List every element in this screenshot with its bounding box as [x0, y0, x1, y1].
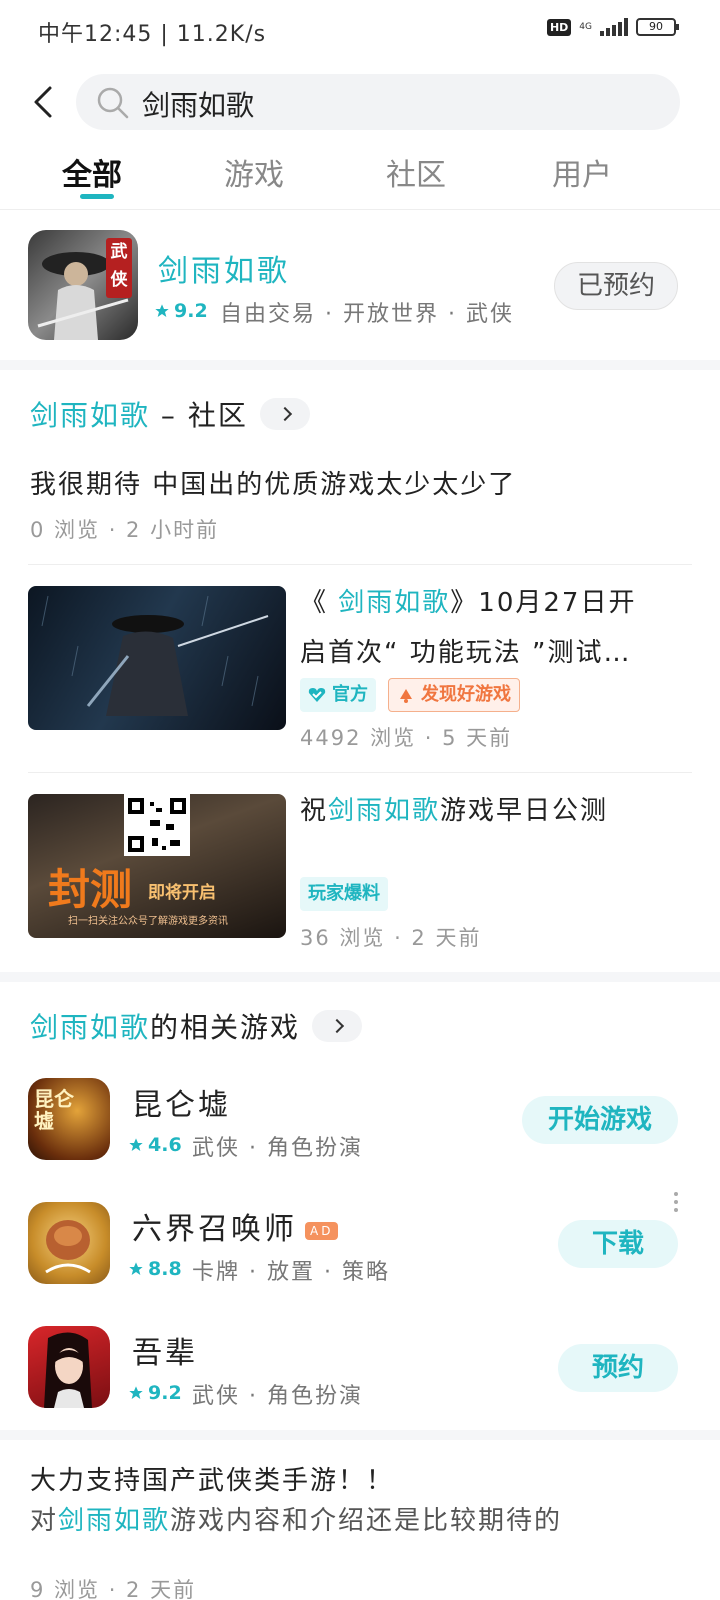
status-icons: HD 4G 90 — [546, 18, 679, 36]
tab-all[interactable]: 全部 — [62, 150, 122, 194]
section-divider — [0, 972, 720, 982]
heart-check-icon — [308, 688, 326, 702]
download-button[interactable]: 下载 — [558, 1220, 678, 1268]
tab-games[interactable]: 游戏 — [224, 150, 284, 194]
game-icon-liujie[interactable] — [28, 1202, 110, 1284]
related-game-name-3[interactable]: 吾辈 — [132, 1328, 198, 1372]
related-game-name-2[interactable]: 六界召唤师 AD — [132, 1204, 339, 1248]
character-portrait-icon — [44, 1332, 92, 1408]
tab-indicator — [80, 194, 114, 199]
signal-icon — [600, 18, 628, 36]
post-title-2-line1[interactable]: 《 剑雨如歌》10月27日开 — [300, 578, 636, 628]
related-section-title[interactable]: 剑雨如歌 的相关游戏 — [30, 1006, 363, 1046]
post-title-2-open: 《 — [300, 588, 339, 618]
community-title-suffix: – 社区 — [150, 399, 248, 432]
player-news-badge: 玩家爆料 — [300, 877, 388, 911]
icon-text: 昆仑墟 — [34, 1087, 74, 1133]
search-query: 剑雨如歌 — [142, 89, 255, 122]
main-game-tags: 自由交易 · 开放世界 · 武侠 — [220, 302, 514, 327]
status-time: 中午12:45 | 11.2K/s — [38, 22, 267, 47]
search-input[interactable]: 剑雨如歌 — [76, 74, 680, 130]
ad-badge: AD — [305, 1221, 339, 1240]
thumb-footer-text: 扫一扫关注公众号了解游戏更多资讯 — [68, 916, 228, 927]
post-title-3-highlight: 剑雨如歌 — [328, 796, 441, 826]
game-icon-wubei[interactable] — [28, 1326, 110, 1408]
battery-icon: 90 — [636, 18, 679, 36]
bell-icon — [400, 689, 412, 703]
search-icon — [97, 87, 129, 119]
related-game-tags-2: 卡牌 · 放置 · 策略 — [192, 1260, 390, 1285]
battery-level: 90 — [649, 20, 663, 33]
qr-code-icon — [124, 794, 190, 856]
related-game-rating-2: 8.8 — [128, 1258, 182, 1280]
main-game-rating: 9.2 — [154, 300, 208, 322]
post-title-3-rest: 游戏早日公测 — [440, 796, 609, 826]
game-icon-main[interactable]: 武侠 — [28, 230, 138, 340]
back-arrow-icon — [34, 86, 52, 118]
status-bar: 中午12:45 | 11.2K/s HD 4G 90 — [0, 0, 720, 60]
tab-users[interactable]: 用户 — [552, 150, 612, 194]
related-game-tags-1: 武侠 · 角色扮演 — [192, 1136, 363, 1161]
reserve-button[interactable]: 预约 — [558, 1344, 678, 1392]
related-game-rating-3: 9.2 — [128, 1382, 182, 1404]
rating-value: 4.6 — [148, 1134, 182, 1156]
official-badge: 官方 — [300, 678, 376, 712]
bottom-post-excerpt[interactable]: 对剑雨如歌游戏内容和介绍还是比较期待的 — [30, 1496, 562, 1546]
rating-value: 9.2 — [148, 1382, 182, 1404]
post-title-3-pre: 祝 — [300, 796, 329, 826]
back-button[interactable] — [26, 80, 66, 124]
rating-value: 9.2 — [174, 300, 208, 322]
post-meta-2: 4492 浏览 · 5 天前 — [300, 726, 513, 750]
related-game-rating-1: 4.6 — [128, 1134, 182, 1156]
hd-icon: HD — [546, 18, 572, 36]
post-meta-1: 0 浏览 · 2 小时前 — [30, 518, 220, 542]
icon-label: 武侠 — [106, 238, 132, 298]
related-title-suffix: 的相关游戏 — [150, 1011, 301, 1044]
chevron-right-icon[interactable] — [312, 1010, 363, 1042]
related-game-tags-3: 武侠 · 角色扮演 — [192, 1384, 363, 1409]
tab-community[interactable]: 社区 — [386, 150, 446, 194]
excerpt-pre: 对 — [30, 1506, 59, 1536]
start-game-button[interactable]: 开始游戏 — [522, 1096, 678, 1144]
section-divider — [0, 360, 720, 370]
excerpt-rest: 游戏内容和介绍还是比较期待的 — [170, 1506, 563, 1536]
row-divider — [28, 564, 692, 565]
closed-beta-text: 封测 — [48, 865, 133, 914]
post-title-3[interactable]: 祝剑雨如歌游戏早日公测 — [300, 786, 608, 836]
tab-bar: 全部 游戏 社区 用户 — [0, 150, 720, 210]
network-label: 4G — [579, 22, 592, 32]
bottom-post-meta: 9 浏览 · 2 天前 — [30, 1578, 197, 1600]
post-thumbnail-2[interactable] — [28, 586, 286, 730]
star-icon — [129, 1138, 143, 1151]
related-title-game: 剑雨如歌 — [30, 1011, 151, 1044]
swordsman-rain-image — [41, 595, 269, 716]
excerpt-highlight: 剑雨如歌 — [58, 1506, 171, 1536]
game-icon-kunlunxu[interactable]: 昆仑墟 — [28, 1078, 110, 1160]
post-thumbnail-3[interactable]: 封测 即将开启 扫一扫关注公众号了解游戏更多资讯 — [28, 794, 286, 938]
coming-soon-text: 即将开启 — [148, 883, 216, 903]
community-title-game: 剑雨如歌 — [30, 399, 151, 432]
community-section-title[interactable]: 剑雨如歌 – 社区 — [30, 394, 310, 434]
star-icon — [129, 1386, 143, 1399]
star-icon — [155, 304, 169, 317]
post-meta-3: 36 浏览 · 2 天前 — [300, 926, 482, 950]
post-title-2-highlight: 剑雨如歌 — [338, 588, 451, 618]
row-divider — [28, 772, 692, 773]
creature-icon — [45, 1220, 91, 1274]
post-title-2-rest: 》10月27日开 — [450, 588, 637, 618]
related-game-name-1[interactable]: 昆仑墟 — [132, 1080, 231, 1124]
discover-badge-label: 发现好游戏 — [421, 684, 511, 705]
star-icon — [129, 1262, 143, 1275]
discover-badge: 发现好游戏 — [388, 678, 520, 712]
chevron-right-icon[interactable] — [259, 398, 310, 430]
reserved-button[interactable]: 已预约 — [554, 262, 678, 310]
post-title-2-line2[interactable]: 启首次“ 功能玩法 ”测试… — [300, 628, 631, 678]
rating-value: 8.8 — [148, 1258, 182, 1280]
section-divider — [0, 1430, 720, 1440]
more-options-icon[interactable] — [674, 1192, 678, 1216]
game-name: 六界召唤师 — [132, 1212, 297, 1247]
main-game-title[interactable]: 剑雨如歌 — [158, 246, 290, 290]
official-badge-label: 官方 — [332, 684, 368, 705]
post-title-1[interactable]: 我很期待 中国出的优质游戏太少太少了 — [30, 460, 516, 510]
